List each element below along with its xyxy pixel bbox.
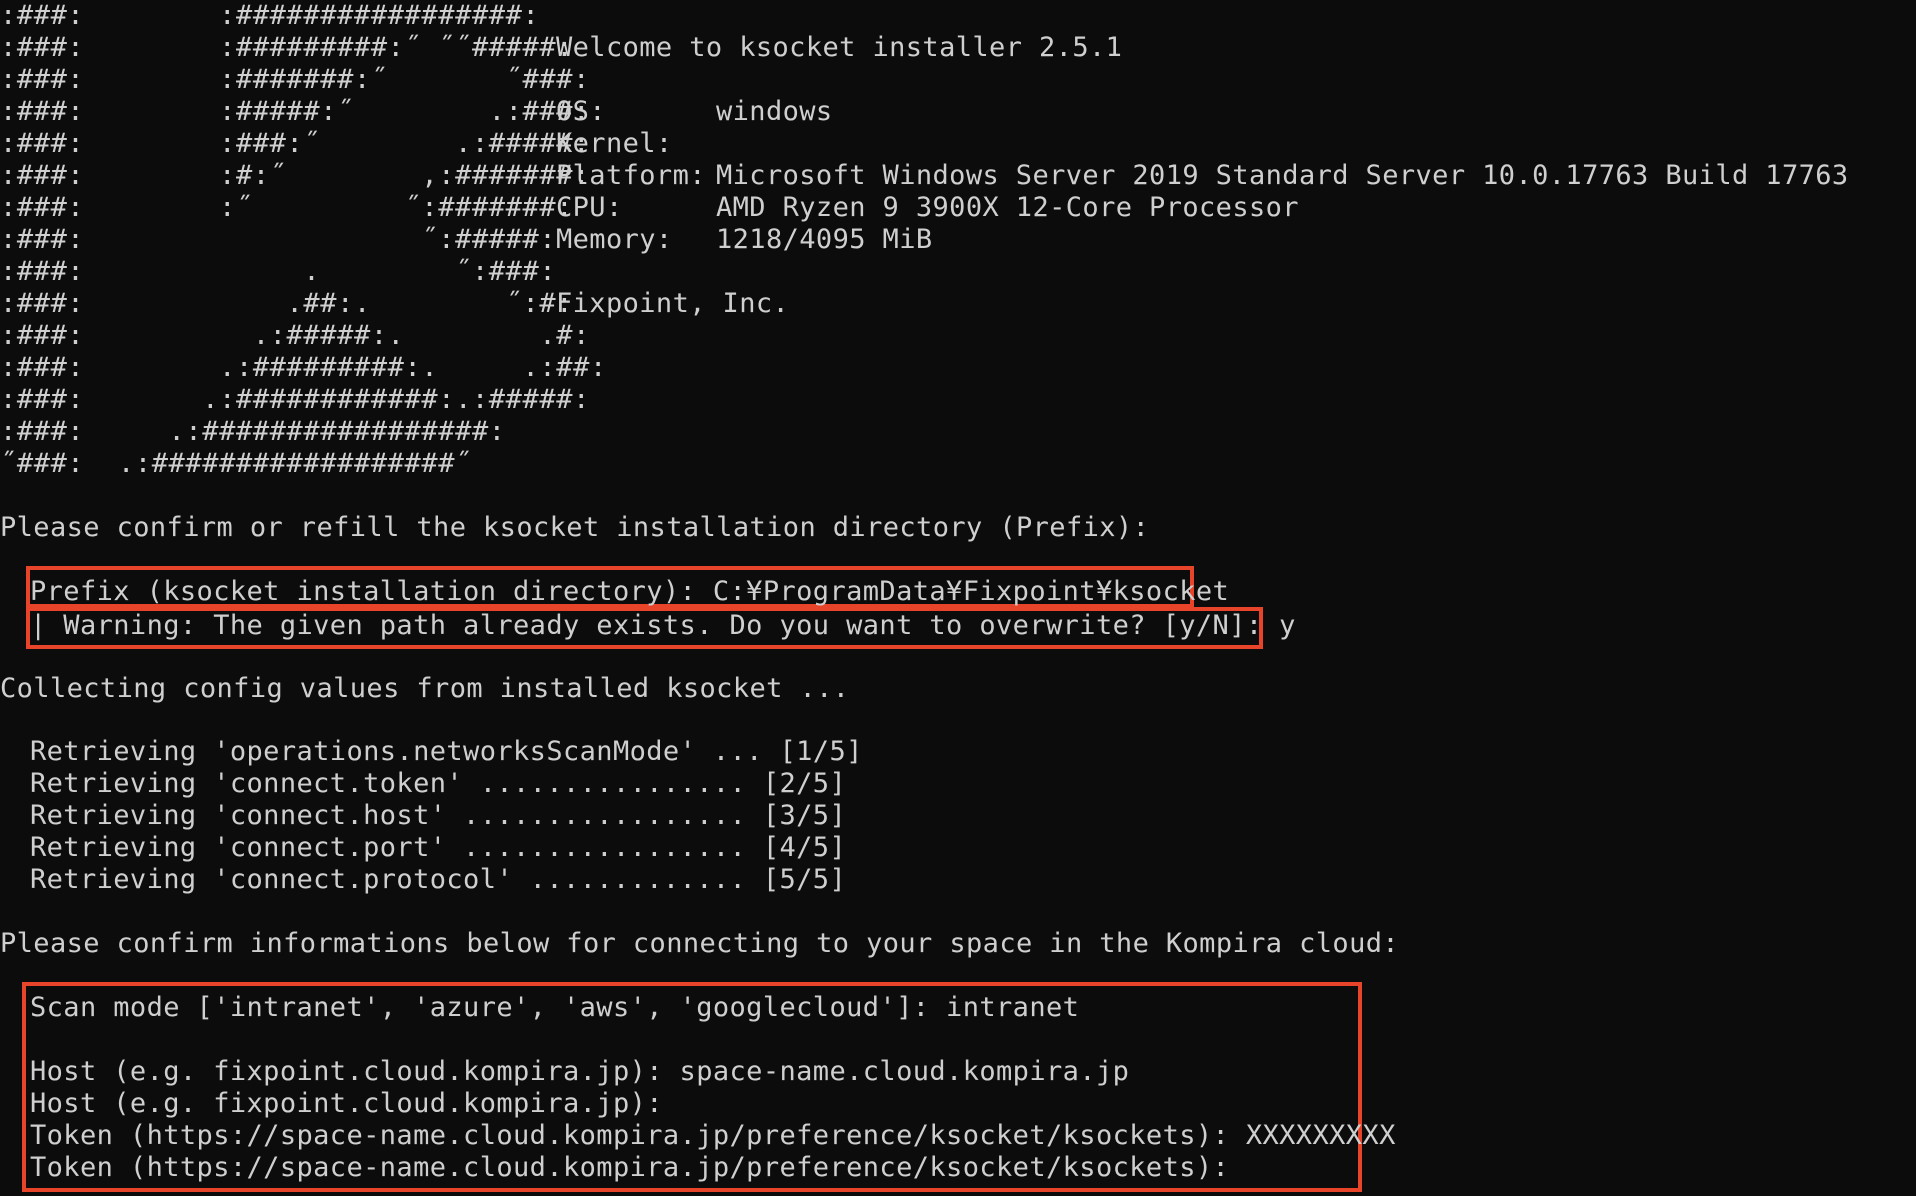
confirm-prompt: Please confirm informations below for co… <box>0 928 1400 959</box>
art-line: ˝###: .:##################˝ <box>0 448 472 479</box>
art-line: :###: .:############:.:#####: <box>0 384 590 415</box>
terminal-window[interactable]: :###: :#################: :###: :#######… <box>0 0 1916 1196</box>
os-label: OS: <box>556 96 606 127</box>
kernel-label: Kernel: <box>556 128 673 159</box>
retrieving-line: Retrieving 'connect.port' ..............… <box>30 832 847 863</box>
prefix-line: Prefix (ksocket installation directory):… <box>30 576 1230 607</box>
art-line: :###: :˝ ˝:#######: <box>0 192 574 223</box>
art-line: :###: :#:˝ ,:#######: <box>0 160 590 191</box>
memory-row: Memory: 1218/4095 MiB <box>556 224 1849 256</box>
cpu-row: CPU: AMD Ryzen 9 3900X 12-Core Processor <box>556 192 1849 224</box>
art-line: :###: .:#########:. .:##: <box>0 352 607 383</box>
prefix-prompt: Please confirm or refill the ksocket ins… <box>0 512 1150 543</box>
memory-value: 1218/4095 MiB <box>716 224 933 255</box>
system-info: Welcome to ksocket installer 2.5.1 OS: w… <box>556 32 1849 320</box>
art-line: :###: :#####:˝ .:###: <box>0 96 590 127</box>
retrieving-line: Retrieving 'connect.host' ..............… <box>30 800 847 831</box>
cpu-label: CPU: <box>556 192 623 223</box>
cpu-value: AMD Ryzen 9 3900X 12-Core Processor <box>716 192 1299 223</box>
collecting-text: Collecting config values from installed … <box>0 673 850 704</box>
platform-label: Platform: <box>556 160 706 191</box>
retrieving-line: Retrieving 'connect.protocol' ..........… <box>30 864 847 895</box>
art-line: :###: .:#####:. .#: <box>0 320 590 351</box>
art-line: :###: .:#################: <box>0 416 506 447</box>
art-line: :###: . ˝:###: <box>0 256 557 287</box>
welcome-text: Welcome to ksocket installer 2.5.1 <box>556 32 1123 63</box>
art-line: :###: :#################: <box>0 0 540 31</box>
retrieving-line: Retrieving 'operations.networksScanMode'… <box>30 736 863 767</box>
scan-mode-line: Scan mode ['intranet', 'azure', 'aws', '… <box>30 992 1080 1023</box>
art-line: :###: .##:. ˝:#: <box>0 288 574 319</box>
warning-line: | Warning: The given path already exists… <box>30 610 1296 641</box>
host-prompt-line[interactable]: Host (e.g. fixpoint.cloud.kompira.jp): <box>0 1088 663 1120</box>
os-row: OS: windows <box>556 96 1849 128</box>
art-line: :###: :#########:˝ ˝˝#####: <box>0 32 574 63</box>
platform-row: Platform: Microsoft Windows Server 2019 … <box>556 160 1849 192</box>
art-line: :###: :#######:˝ ˝###: <box>0 64 590 95</box>
token-prompt-line[interactable]: Token (https://space-name.cloud.kompira.… <box>0 1152 1229 1184</box>
retrieving-line: Retrieving 'connect.token' .............… <box>30 768 847 799</box>
platform-value: Microsoft Windows Server 2019 Standard S… <box>716 160 1849 191</box>
host-line: Host (e.g. fixpoint.cloud.kompira.jp): s… <box>30 1056 1130 1087</box>
company-name: Fixpoint, Inc. <box>556 288 790 319</box>
art-line: :###: :###:˝ .:#####: <box>0 128 590 159</box>
os-value: windows <box>716 96 833 127</box>
token-line: Token (https://space-name.cloud.kompira.… <box>30 1120 1396 1151</box>
kernel-row: Kernel: <box>556 128 1849 160</box>
memory-label: Memory: <box>556 224 673 255</box>
art-line: :###: ˝:#####: <box>0 224 557 255</box>
